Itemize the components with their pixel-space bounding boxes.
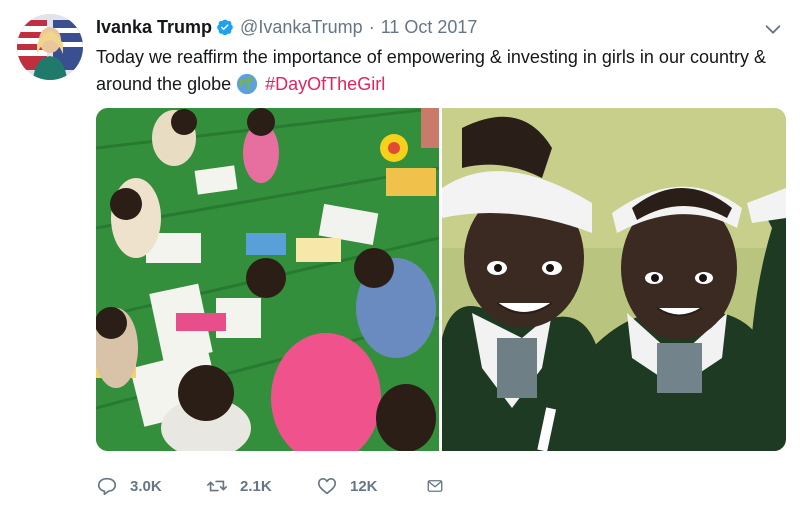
avatar-image bbox=[17, 14, 83, 80]
reply-button[interactable]: 3.0K bbox=[96, 475, 206, 497]
like-count: 12K bbox=[350, 477, 378, 495]
photo-children-drawing[interactable] bbox=[96, 108, 439, 451]
direct-message-button[interactable] bbox=[426, 475, 456, 497]
hashtag-link[interactable]: #DayOfTheGirl bbox=[265, 74, 385, 94]
author-name[interactable]: Ivanka Trump bbox=[96, 17, 212, 38]
like-button[interactable]: 12K bbox=[316, 475, 426, 497]
globe-emoji-icon bbox=[237, 73, 258, 95]
verified-badge-icon bbox=[217, 19, 233, 36]
tweet-text: Today we reaffirm the importance of empo… bbox=[96, 44, 786, 98]
reply-count: 3.0K bbox=[130, 477, 162, 495]
tweet-date[interactable]: 11 Oct 2017 bbox=[381, 17, 478, 38]
photo-smiling-girls-image bbox=[442, 108, 786, 451]
chevron-down-icon[interactable] bbox=[762, 18, 784, 40]
heart-icon bbox=[317, 478, 337, 495]
retweet-button[interactable]: 2.1K bbox=[206, 475, 316, 497]
author-handle[interactable]: @IvankaTrump bbox=[240, 17, 363, 38]
tweet-actions: 3.0K 2.1K 12K bbox=[96, 472, 456, 500]
photo-children-drawing-image bbox=[96, 108, 439, 451]
retweet-icon bbox=[207, 480, 227, 492]
envelope-icon bbox=[427, 480, 443, 492]
tweet-body: Today we reaffirm the importance of empo… bbox=[96, 47, 766, 94]
tweet-media bbox=[96, 108, 786, 451]
separator-dot: · bbox=[368, 16, 375, 37]
tweet-header: Ivanka Trump @IvankaTrump · 11 Oct 2017 bbox=[96, 16, 477, 38]
avatar[interactable] bbox=[17, 14, 83, 80]
reply-icon bbox=[97, 477, 117, 496]
retweet-count: 2.1K bbox=[240, 477, 272, 495]
photo-smiling-girls[interactable] bbox=[442, 108, 786, 451]
